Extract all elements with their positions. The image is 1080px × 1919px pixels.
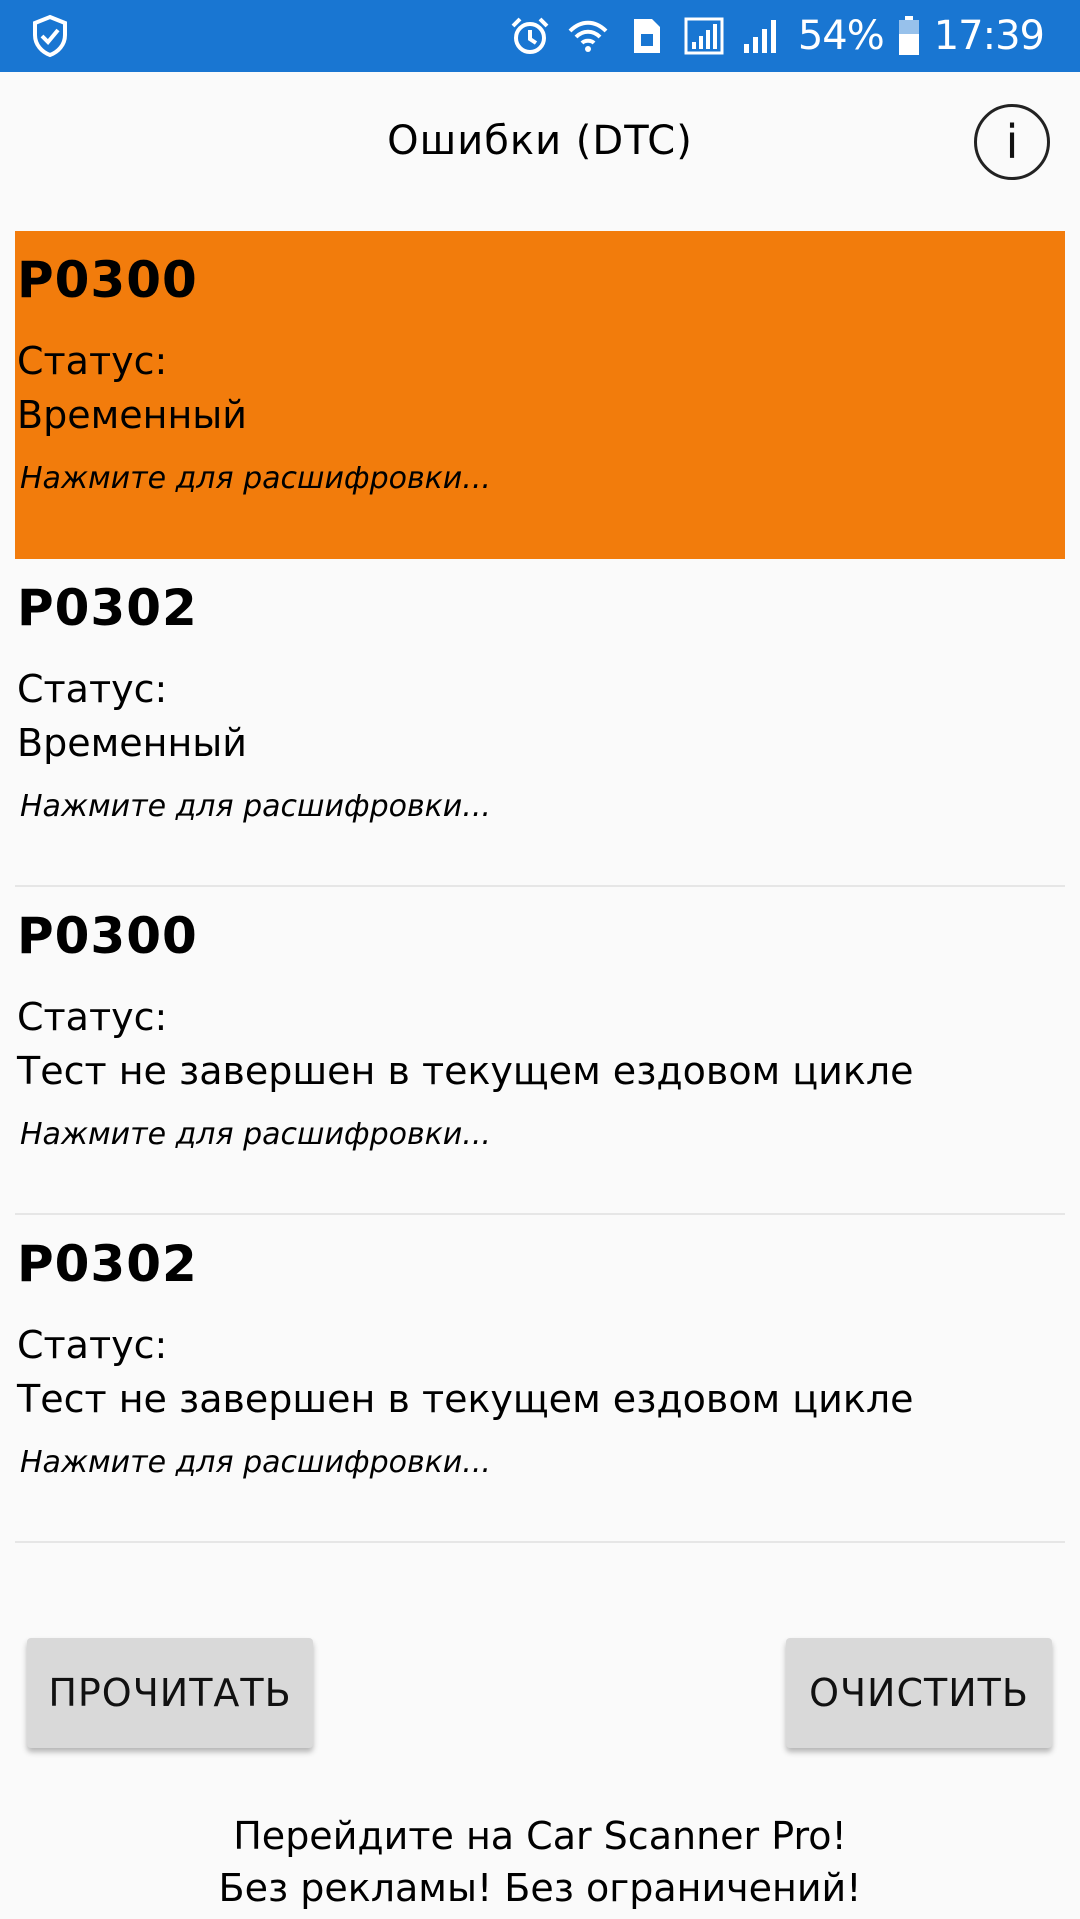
alarm-icon bbox=[511, 17, 549, 54]
dtc-code: P0302 bbox=[17, 579, 198, 637]
dtc-list-item[interactable]: P0300 Статус: Временный Нажмите для расш… bbox=[15, 231, 1065, 559]
promo-banner[interactable]: Перейдите на Car Scanner Pro! Без реклам… bbox=[0, 1810, 1080, 1914]
wifi-icon bbox=[568, 20, 608, 52]
dtc-status-label: Статус: bbox=[17, 1323, 168, 1367]
dtc-status-value: Временный bbox=[17, 393, 248, 437]
read-button[interactable]: ПРОЧИТАТЬ bbox=[27, 1638, 313, 1748]
battery-icon bbox=[898, 16, 919, 55]
dtc-status-value: Тест не завершен в текущем ездовом цикле bbox=[17, 1377, 914, 1421]
info-icon: i bbox=[1005, 115, 1019, 169]
page-title: Ошибки (DTC) bbox=[387, 118, 693, 164]
dtc-decode-hint: Нажмите для расшифровки... bbox=[20, 461, 491, 496]
sim-card-icon bbox=[633, 19, 660, 53]
clock: 17:39 bbox=[933, 13, 1045, 59]
dtc-list-item[interactable]: P0300 Статус: Тест не завершен в текущем… bbox=[15, 887, 1065, 1215]
promo-line-2: Без рекламы! Без ограничений! bbox=[218, 1866, 862, 1910]
dtc-decode-hint: Нажмите для расшифровки... bbox=[20, 789, 491, 824]
dtc-decode-hint: Нажмите для расшифровки... bbox=[20, 1445, 491, 1480]
clear-button[interactable]: ОЧИСТИТЬ bbox=[786, 1638, 1052, 1748]
status-bar: 54% 17:39 bbox=[0, 0, 1080, 72]
title-bar: Ошибки (DTC) i bbox=[0, 72, 1080, 217]
signal-icon bbox=[743, 20, 776, 53]
dtc-status-value: Временный bbox=[17, 721, 248, 765]
dtc-list: P0300 Статус: Временный Нажмите для расш… bbox=[15, 231, 1065, 1543]
shield-check-icon bbox=[33, 14, 67, 58]
info-button[interactable]: i bbox=[974, 104, 1050, 180]
dtc-code: P0300 bbox=[17, 251, 198, 309]
dtc-decode-hint: Нажмите для расшифровки... bbox=[20, 1117, 491, 1152]
dtc-status-value: Тест не завершен в текущем ездовом цикле bbox=[17, 1049, 914, 1093]
dtc-list-item[interactable]: P0302 Статус: Временный Нажмите для расш… bbox=[15, 559, 1065, 887]
battery-percent: 54% bbox=[797, 13, 885, 59]
dtc-status-label: Статус: bbox=[17, 995, 168, 1039]
dtc-status-label: Статус: bbox=[17, 667, 168, 711]
promo-line-1: Перейдите на Car Scanner Pro! bbox=[233, 1814, 847, 1858]
dtc-list-item[interactable]: P0302 Статус: Тест не завершен в текущем… bbox=[15, 1215, 1065, 1543]
signal-icon bbox=[684, 17, 724, 55]
dtc-code: P0302 bbox=[17, 1235, 198, 1293]
dtc-status-label: Статус: bbox=[17, 339, 168, 383]
dtc-code: P0300 bbox=[17, 907, 198, 965]
